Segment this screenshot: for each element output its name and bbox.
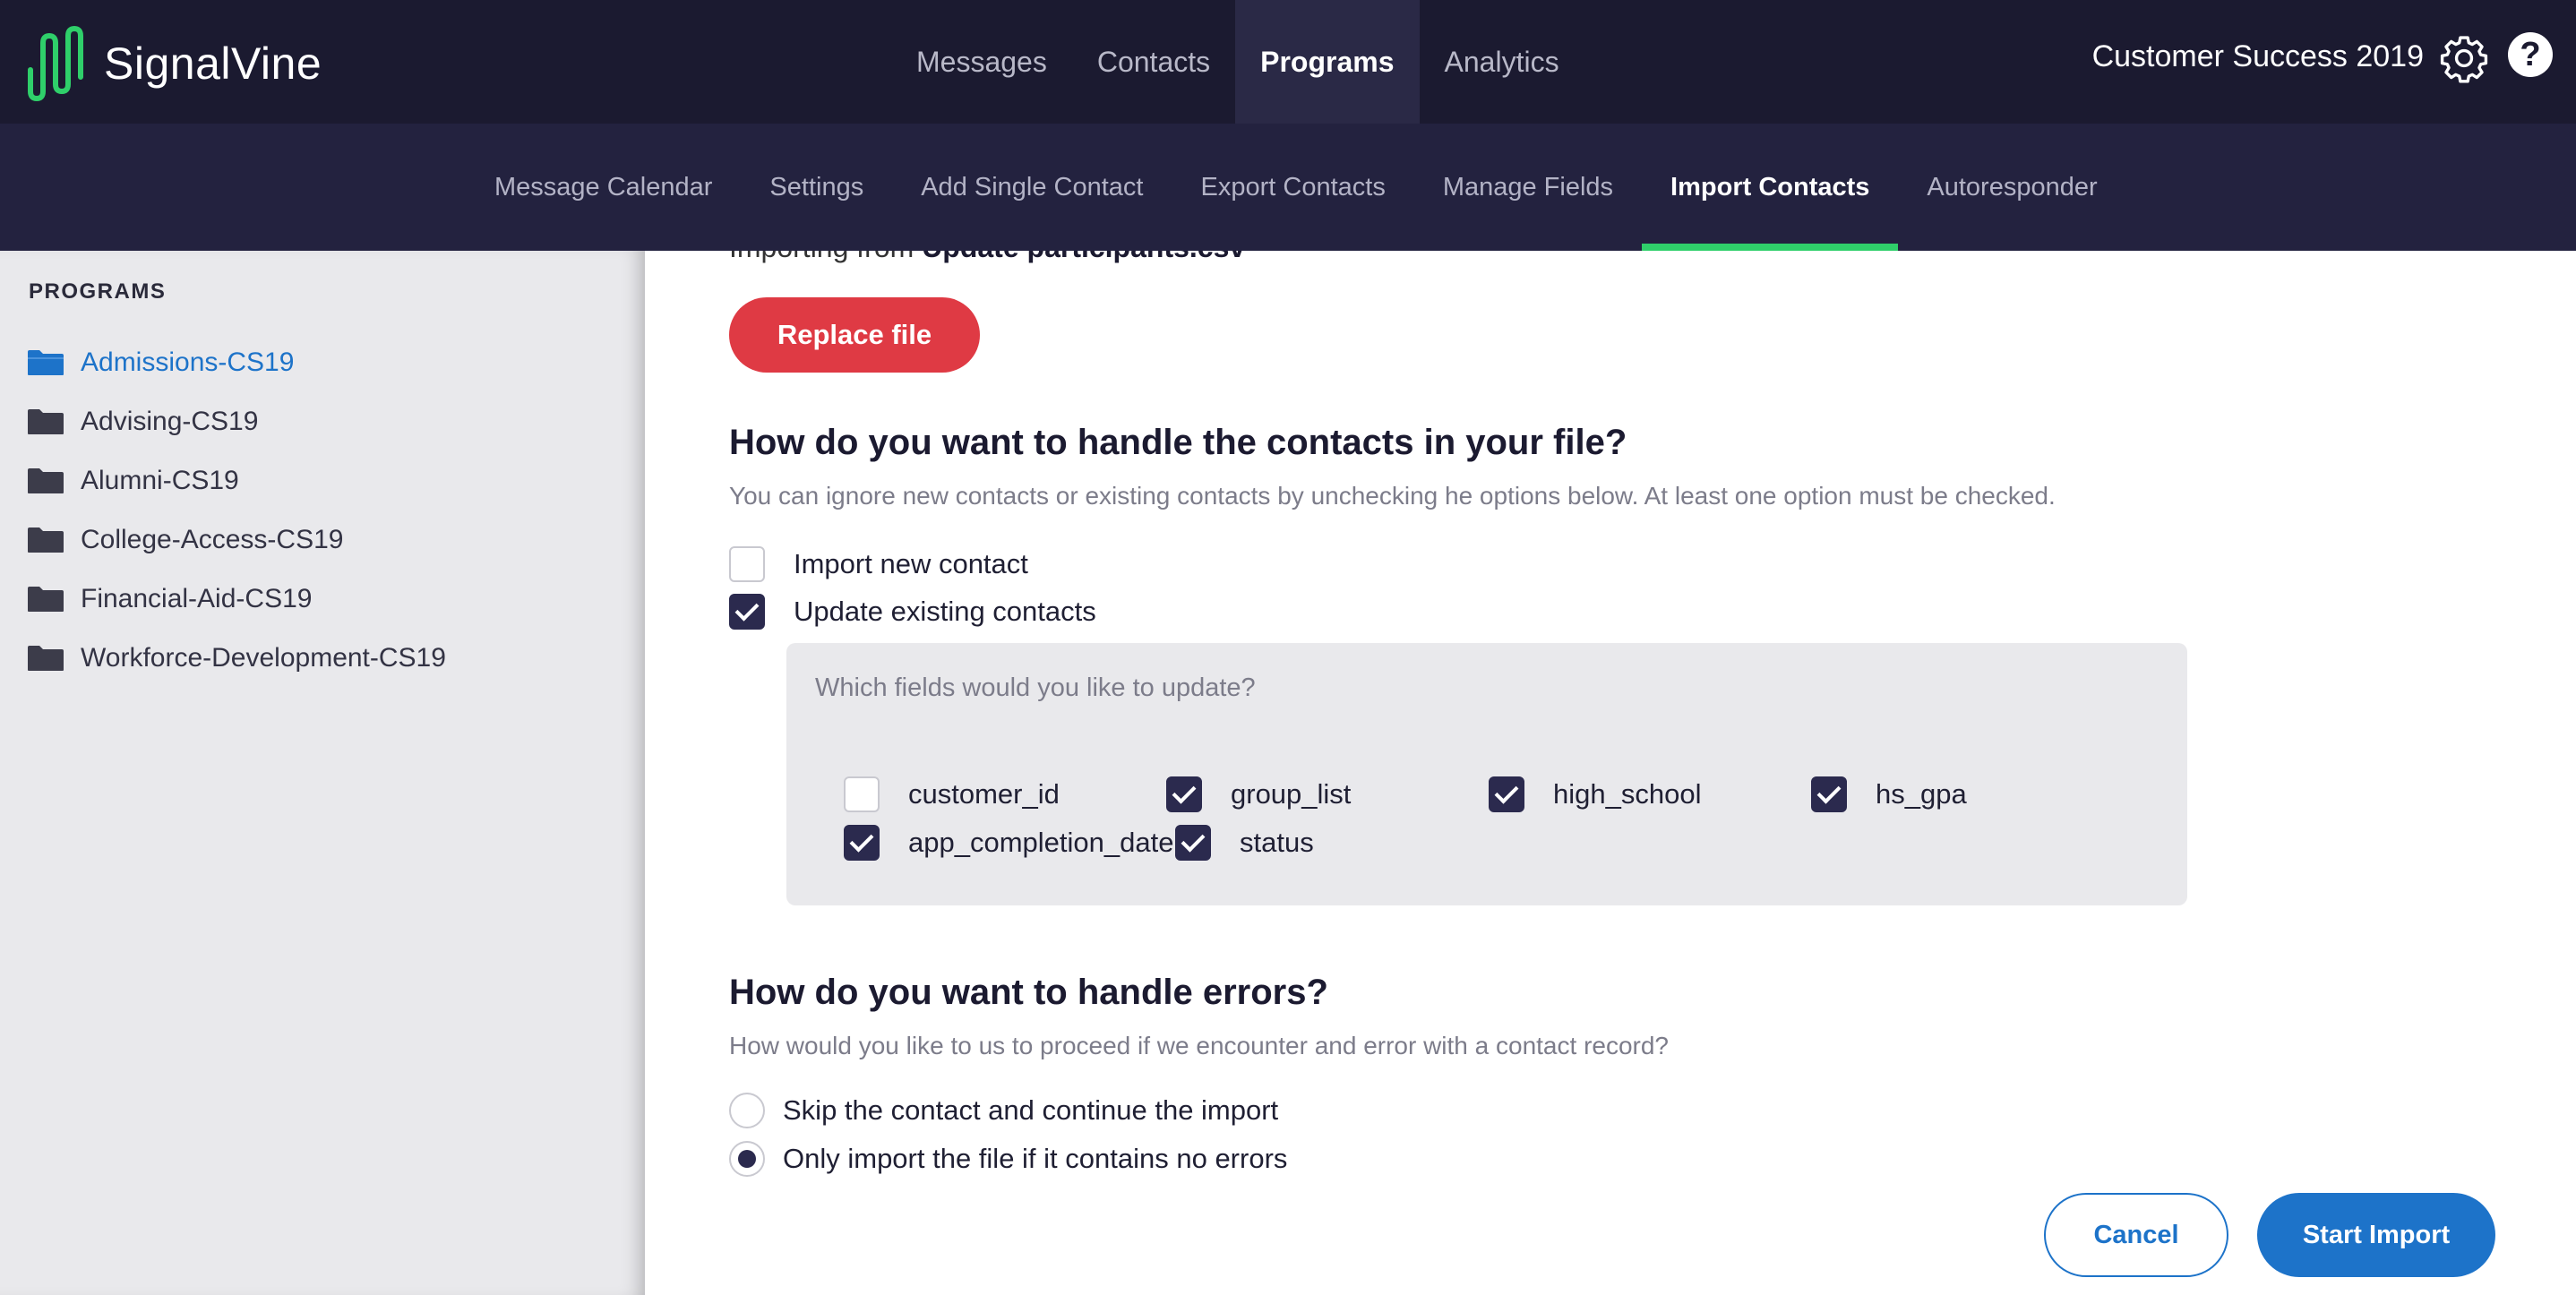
folder-icon — [28, 527, 64, 553]
account-name[interactable]: Customer Success 2019 — [2092, 39, 2424, 74]
cancel-button[interactable]: Cancel — [2044, 1193, 2228, 1277]
field-option-hs-gpa[interactable]: hs_gpa — [1811, 776, 1967, 812]
folder-icon — [28, 468, 64, 493]
skip-contact-option[interactable]: Skip the contact and continue the import — [729, 1093, 1278, 1128]
brand-name: SignalVine — [104, 39, 322, 89]
field-checkbox[interactable] — [1811, 776, 1847, 812]
field-label: app_completion_date — [908, 827, 1174, 858]
field-label: customer_id — [908, 778, 1060, 810]
import-contacts-panel: Importing from Update participants.csv R… — [645, 251, 2576, 1295]
main-nav: Messages Contacts Programs Analytics — [891, 0, 1584, 124]
contacts-help-text: You can ignore new contacts or existing … — [729, 482, 2056, 510]
update-existing-contacts-option[interactable]: Update existing contacts — [729, 594, 1096, 630]
field-checkbox[interactable] — [1166, 776, 1202, 812]
sidebar-item-alumni[interactable]: Alumni-CS19 — [27, 451, 446, 510]
import-new-contact-label: Import new contact — [794, 548, 1028, 579]
subnav-add-single-contact[interactable]: Add Single Contact — [892, 124, 1172, 251]
import-new-contact-option[interactable]: Import new contact — [729, 546, 1028, 582]
field-label: group_list — [1231, 778, 1352, 810]
folder-icon — [28, 587, 64, 612]
skip-contact-radio[interactable] — [729, 1093, 765, 1128]
import-new-contact-checkbox[interactable] — [729, 546, 765, 582]
top-header: SignalVine Messages Contacts Programs An… — [0, 0, 2576, 124]
nav-programs[interactable]: Programs — [1235, 0, 1420, 124]
signalvine-logo[interactable]: SignalVine — [27, 25, 322, 102]
errors-heading: How do you want to handle errors? — [729, 973, 1328, 1012]
field-label: status — [1240, 827, 1314, 858]
importing-prefix: Importing from — [729, 251, 914, 263]
folder-open-icon — [28, 350, 64, 375]
sidebar-item-financial-aid[interactable]: Financial-Aid-CS19 — [27, 570, 446, 629]
sub-header: Message Calendar Settings Add Single Con… — [0, 124, 2576, 251]
importing-from-text: Importing from Update participants.csv — [729, 251, 1245, 264]
sidebar-item-label: Alumni-CS19 — [81, 466, 239, 495]
programs-sidebar: PROGRAMS Admissions-CS19 Advising-CS19 A… — [0, 251, 645, 1295]
sidebar-item-advising[interactable]: Advising-CS19 — [27, 392, 446, 451]
nav-messages[interactable]: Messages — [891, 0, 1072, 124]
signal-wave-icon — [28, 26, 83, 101]
sidebar-item-label: Admissions-CS19 — [81, 347, 295, 377]
subnav-message-calendar[interactable]: Message Calendar — [466, 124, 741, 251]
import-file-name: Update participants.csv — [922, 251, 1245, 263]
sidebar-heading: PROGRAMS — [29, 279, 167, 304]
replace-file-button[interactable]: Replace file — [729, 297, 980, 373]
field-option-high-school[interactable]: high_school — [1489, 776, 1701, 812]
field-checkbox[interactable] — [844, 776, 880, 812]
only-import-no-errors-label: Only import the file if it contains no e… — [783, 1143, 1288, 1174]
sidebar-item-label: Advising-CS19 — [81, 407, 259, 436]
nav-contacts[interactable]: Contacts — [1072, 0, 1235, 124]
update-existing-contacts-label: Update existing contacts — [794, 596, 1096, 627]
question-icon[interactable]: ? — [2508, 32, 2553, 77]
sub-nav: Message Calendar Settings Add Single Con… — [466, 124, 2126, 251]
field-option-group-list[interactable]: group_list — [1166, 776, 1351, 812]
sidebar-item-college-access[interactable]: College-Access-CS19 — [27, 510, 446, 570]
subnav-import-contacts[interactable]: Import Contacts — [1642, 124, 1899, 251]
errors-help-text: How would you like to us to proceed if w… — [729, 1032, 1670, 1059]
skip-contact-label: Skip the contact and continue the import — [783, 1094, 1279, 1126]
field-label: high_school — [1553, 778, 1702, 810]
contacts-heading: How do you want to handle the contacts i… — [729, 423, 1627, 462]
subnav-export-contacts[interactable]: Export Contacts — [1172, 124, 1414, 251]
sidebar-item-workforce-development[interactable]: Workforce-Development-CS19 — [27, 629, 446, 688]
field-checkbox[interactable] — [1489, 776, 1524, 812]
sidebar-item-label: College-Access-CS19 — [81, 525, 344, 554]
field-checkbox[interactable] — [1175, 825, 1211, 861]
update-existing-contacts-checkbox[interactable] — [729, 594, 765, 630]
nav-analytics[interactable]: Analytics — [1420, 0, 1584, 124]
fields-question: Which fields would you like to update? — [815, 673, 1256, 702]
start-import-button[interactable]: Start Import — [2257, 1193, 2495, 1277]
sidebar-item-admissions[interactable]: Admissions-CS19 — [27, 333, 446, 392]
field-option-customer-id[interactable]: customer_id — [844, 776, 1060, 812]
fields-to-update-panel: Which fields would you like to update? c… — [786, 643, 2187, 905]
gear-icon[interactable] — [2438, 32, 2490, 84]
field-label: hs_gpa — [1876, 778, 1967, 810]
field-checkbox[interactable] — [844, 825, 880, 861]
field-option-status[interactable]: status — [1175, 825, 1314, 861]
only-import-no-errors-option[interactable]: Only import the file if it contains no e… — [729, 1141, 1287, 1177]
sidebar-item-label: Financial-Aid-CS19 — [81, 584, 313, 613]
field-option-app-completion-date[interactable]: app_completion_date — [844, 825, 1173, 861]
only-import-no-errors-radio[interactable] — [729, 1141, 765, 1177]
folder-icon — [28, 646, 64, 671]
folder-icon — [28, 409, 64, 434]
subnav-autoresponder[interactable]: Autoresponder — [1898, 124, 2125, 251]
subnav-manage-fields[interactable]: Manage Fields — [1414, 124, 1642, 251]
subnav-settings[interactable]: Settings — [741, 124, 892, 251]
sidebar-item-label: Workforce-Development-CS19 — [81, 643, 446, 673]
program-list: Admissions-CS19 Advising-CS19 Alumni-CS1… — [27, 333, 446, 688]
